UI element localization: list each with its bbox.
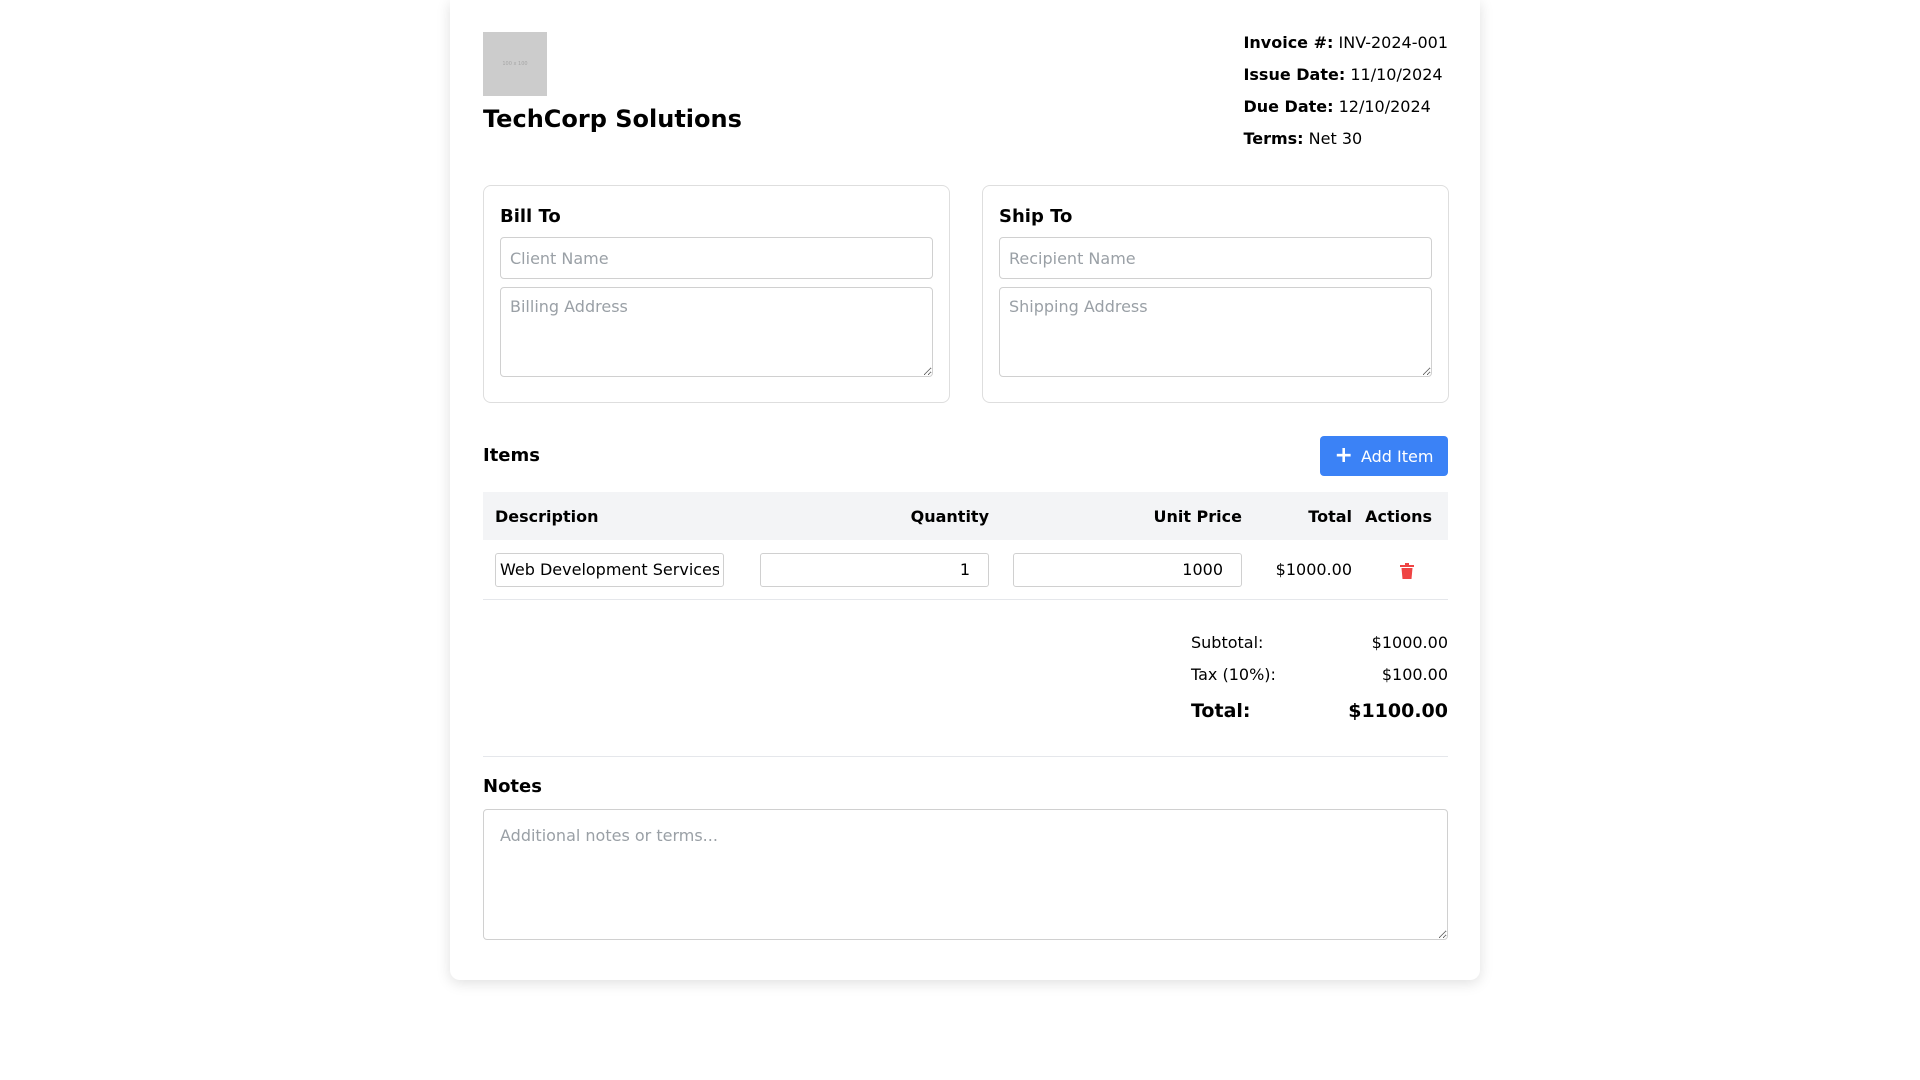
actions-cell <box>1352 560 1448 579</box>
recipient-name-input[interactable] <box>999 237 1432 279</box>
company-name: TechCorp Solutions <box>483 105 742 133</box>
tax-label: Tax (10%): <box>1191 665 1276 684</box>
invoice-number: Invoice #: INV-2024-001 <box>1243 32 1448 64</box>
column-header-unit-price: Unit Price <box>1153 506 1242 526</box>
terms-label: Terms: <box>1243 129 1304 148</box>
items-table: Description Quantity Unit Price Total Ac… <box>483 492 1448 600</box>
column-header-description: Description <box>495 506 599 526</box>
issue-date-value: 11/10/2024 <box>1350 65 1443 84</box>
tax-value: $100.00 <box>1381 665 1448 684</box>
description-cell <box>483 552 736 587</box>
client-name-input[interactable] <box>500 237 933 279</box>
item-total: $1000.00 <box>1275 560 1352 579</box>
due-date-label: Due Date: <box>1243 97 1334 116</box>
ship-to-title: Ship To <box>999 206 1073 227</box>
grand-total-value: $1100.00 <box>1348 700 1448 722</box>
subtotal-value: $1000.00 <box>1371 633 1448 652</box>
notes-input[interactable] <box>483 809 1448 940</box>
bill-to-title: Bill To <box>500 206 561 227</box>
item-quantity-input[interactable] <box>760 552 989 587</box>
invoice-meta: Invoice #: INV-2024-001 Issue Date: 11/1… <box>1243 32 1448 160</box>
tax-line: Tax (10%): $100.00 <box>1191 662 1448 694</box>
plus-icon: + <box>1334 443 1353 468</box>
add-item-label: Add Item <box>1360 446 1434 466</box>
terms-value: Net 30 <box>1308 129 1363 148</box>
totals-summary: Subtotal: $1000.00 Tax (10%): $100.00 To… <box>1191 630 1448 730</box>
column-header-quantity: Quantity <box>910 506 989 526</box>
grand-total-line: Total: $1100.00 <box>1191 694 1448 730</box>
grand-total-label: Total: <box>1191 700 1251 722</box>
terms: Terms: Net 30 <box>1243 128 1448 160</box>
invoice-number-label: Invoice #: <box>1243 33 1334 52</box>
invoice-card: 100 x 100 TechCorp Solutions Invoice #: … <box>450 0 1480 980</box>
invoice-number-value: INV-2024-001 <box>1338 33 1449 52</box>
item-description-input[interactable] <box>495 552 724 587</box>
company-logo: 100 x 100 <box>483 32 547 96</box>
items-title: Items <box>483 445 540 466</box>
add-item-button[interactable]: + Add Item <box>1320 436 1448 476</box>
unit-price-cell <box>989 552 1242 587</box>
items-table-header: Description Quantity Unit Price Total Ac… <box>483 492 1448 540</box>
billing-address-input[interactable] <box>500 287 933 377</box>
column-header-total: Total <box>1308 506 1352 526</box>
shipping-address-input[interactable] <box>999 287 1432 377</box>
issue-date: Issue Date: 11/10/2024 <box>1243 64 1448 96</box>
logo-placeholder-text: 100 x 100 <box>502 61 528 67</box>
item-unit-price-input[interactable] <box>1013 552 1242 587</box>
subtotal-label: Subtotal: <box>1191 633 1264 652</box>
issue-date-label: Issue Date: <box>1243 65 1346 84</box>
column-header-actions: Actions <box>1365 506 1432 526</box>
notes-title: Notes <box>483 776 542 797</box>
bill-to-panel: Bill To <box>483 185 950 403</box>
trash-icon[interactable] <box>1400 562 1414 579</box>
due-date-value: 12/10/2024 <box>1338 97 1431 116</box>
table-row: $1000.00 <box>483 540 1448 600</box>
due-date: Due Date: 12/10/2024 <box>1243 96 1448 128</box>
quantity-cell <box>736 552 989 587</box>
subtotal-line: Subtotal: $1000.00 <box>1191 630 1448 662</box>
ship-to-panel: Ship To <box>982 185 1449 403</box>
notes-divider <box>483 756 1448 757</box>
